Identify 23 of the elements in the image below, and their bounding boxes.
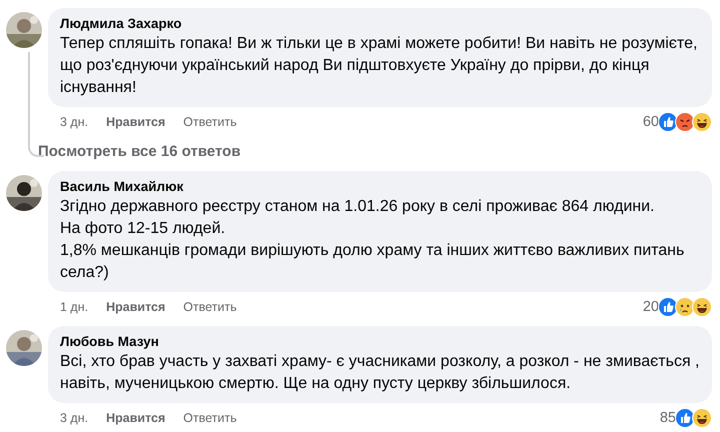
comment-time[interactable]: 1 дн. — [60, 298, 88, 316]
reaction-count[interactable]: 20 — [642, 297, 659, 317]
like-link[interactable]: Нравится — [106, 408, 166, 428]
comment-time[interactable]: 3 дн. — [60, 408, 88, 428]
comment-author[interactable]: Василь Михайлюк — [60, 178, 700, 196]
reply-link[interactable]: Ответить — [183, 112, 237, 132]
laughing-face-icon — [692, 112, 712, 132]
like-link[interactable]: Нравится — [106, 298, 166, 316]
like-link[interactable]: Нравится — [106, 112, 166, 132]
comment-text: Тепер спляшіть гопака! Ви ж тільки це в храмі можете робити! Ви навіть не розумієте, що роз'єднуючи український народ Ви підштовхуєте Україну до прірви, до кінця існування! — [60, 34, 698, 98]
reply-link[interactable]: Ответить — [183, 298, 237, 316]
laughing-face-icon — [692, 297, 712, 317]
comment-author[interactable]: Любовь Мазун — [60, 333, 700, 351]
comment-author[interactable]: Людмила Захарко — [60, 15, 700, 33]
comment-time[interactable]: 3 дн. — [60, 112, 88, 132]
angry-face-icon — [675, 112, 695, 132]
laughing-face-icon — [692, 408, 712, 428]
comment-text: Всі, хто брав участь у захваті храму- є учасниками розколу, а розкол - не змивається , навіть, мученицькою смертю. Ще на одну пусту церкву збільшилося. — [60, 352, 700, 394]
reply-link[interactable]: Ответить — [183, 408, 237, 428]
comment-text: Згідно державного реєстру станом на 1.01.26 року в селі проживає 864 людини. На фото 12-15 людей. 1,8% мешканців громади вирішують долю храму та інших життєво важливих питань села?) — [60, 197, 686, 283]
reaction-count[interactable]: 60 — [642, 112, 659, 132]
view-replies-link[interactable]: Посмотреть все 16 ответов — [38, 140, 241, 164]
reaction-count[interactable]: 85 — [660, 408, 676, 428]
